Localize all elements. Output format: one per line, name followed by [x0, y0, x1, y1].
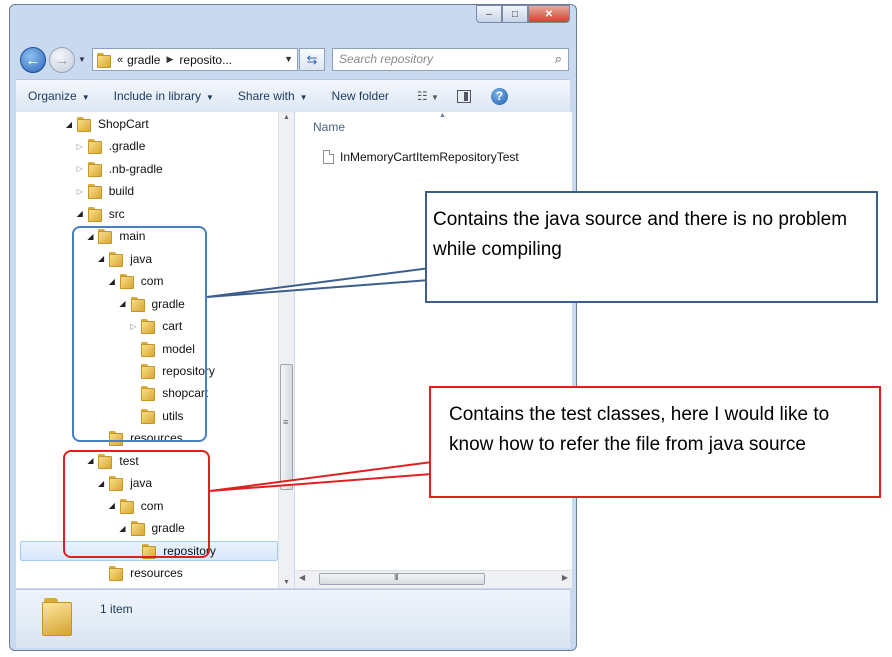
scroll-right-icon[interactable]: ▶ — [562, 573, 568, 582]
breadcrumb-gradle[interactable]: gradle — [127, 53, 160, 67]
refresh-button[interactable]: ⇆ — [299, 48, 325, 71]
file-list-pane: ▲ Name InMemoryCartItemRepositoryTest ◀ … — [295, 112, 572, 588]
tree-item-nb-gradle[interactable]: ▷ .nb-gradle — [16, 159, 278, 179]
expand-arrow-icon[interactable]: ▷ — [75, 164, 85, 173]
collapse-arrow-icon[interactable]: ◢ — [64, 120, 74, 129]
folder-icon — [77, 116, 91, 132]
sort-ascending-icon: ▲ — [439, 112, 446, 119]
large-folder-icon — [42, 598, 72, 636]
scroll-down-icon[interactable]: ▼ — [283, 579, 290, 586]
breadcrumb-separator-icon[interactable]: ▶ — [166, 54, 173, 65]
address-overflow-chevron[interactable]: « — [117, 54, 123, 66]
tree-item-resources[interactable]: resources — [16, 563, 278, 583]
tree-item-label: .nb-gradle — [108, 161, 163, 176]
back-arrow-icon: ← — [25, 51, 41, 69]
help-icon: ? — [495, 89, 504, 103]
share-with-menu[interactable]: Share with ▼ — [226, 89, 320, 103]
name-column-header[interactable]: Name — [313, 120, 345, 134]
expand-arrow-icon[interactable]: ▷ — [75, 187, 85, 196]
tree-item-label: ShopCart — [98, 117, 149, 131]
tree-item-label: src — [108, 206, 125, 221]
search-placeholder: Search repository — [339, 52, 434, 66]
test-folder-highlight — [63, 450, 210, 558]
chevron-down-icon: ▼ — [299, 93, 308, 102]
folder-icon — [109, 565, 124, 581]
include-in-library-menu[interactable]: Include in library ▼ — [102, 89, 226, 103]
folder-icon — [97, 52, 111, 68]
forward-arrow-icon: → — [54, 51, 70, 69]
refresh-icon: ⇆ — [306, 51, 318, 67]
red-callout: Contains the test classes, here I would … — [429, 386, 881, 498]
scrollbar-thumb[interactable] — [280, 364, 293, 490]
folder-icon — [87, 138, 102, 155]
search-input[interactable]: Search repository ⌕ — [332, 48, 569, 71]
folder-icon — [87, 206, 102, 222]
window-controls: – □ ✕ — [476, 5, 570, 23]
red-callout-text: Contains the test classes, here I would … — [449, 404, 830, 455]
forward-button[interactable]: → — [49, 47, 75, 73]
tree-item-src[interactable]: ◢ src — [16, 204, 278, 224]
address-dropdown-icon[interactable]: ▼ — [284, 54, 293, 64]
command-bar: Organize ▼ Include in library ▼ Share with… — [16, 79, 570, 113]
breadcrumb-repository[interactable]: reposito... — [179, 53, 232, 67]
file-name: InMemoryCartItemRepositoryTest — [340, 150, 519, 164]
blue-callout-text: Contains the java source and there is no… — [433, 209, 848, 260]
close-icon: ✕ — [544, 8, 554, 20]
horizontal-scrollbar-thumb[interactable] — [319, 573, 485, 585]
include-in-library-label: Include in library — [113, 89, 201, 103]
organize-menu[interactable]: Organize ▼ — [16, 89, 102, 103]
chevron-down-icon: ▼ — [431, 93, 439, 102]
tree-item-label: .gradle — [108, 139, 146, 154]
minimize-icon: – — [486, 8, 492, 20]
chevron-down-icon: ▼ — [206, 93, 214, 102]
collapse-arrow-icon[interactable]: ◢ — [75, 209, 85, 218]
change-view-button[interactable]: ☷ ▼ — [417, 89, 439, 103]
scroll-left-icon[interactable]: ◀ — [299, 573, 305, 582]
recent-pages-dropdown[interactable]: ▼ — [78, 55, 86, 64]
maximize-button[interactable]: □ — [502, 5, 528, 23]
nav-pane-vertical-scrollbar[interactable]: ▲ ▼ — [278, 112, 294, 588]
tree-item-shopcart[interactable]: ◢ ShopCart — [16, 114, 278, 134]
maximize-icon: □ — [511, 8, 519, 20]
folder-icon — [87, 183, 102, 200]
new-folder-button[interactable]: New folder — [320, 89, 401, 103]
chevron-down-icon: ▼ — [81, 93, 90, 102]
view-options-icon: ☷ — [416, 89, 428, 103]
tree-item-label: resources — [130, 566, 183, 580]
blue-callout: Contains the java source and there is no… — [425, 191, 878, 303]
file-icon — [323, 150, 334, 164]
file-list-horizontal-scrollbar[interactable]: ◀ ▶ — [295, 570, 572, 588]
close-button[interactable]: ✕ — [528, 5, 570, 23]
details-pane: 1 item — [16, 589, 570, 648]
new-folder-label: New folder — [331, 89, 389, 103]
item-count: 1 item — [100, 602, 133, 616]
file-item[interactable]: InMemoryCartItemRepositoryTest — [323, 150, 519, 164]
tree-item-label: build — [108, 184, 135, 199]
search-icon[interactable]: ⌕ — [555, 51, 562, 67]
main-folder-highlight — [72, 226, 207, 442]
help-button[interactable]: ? — [490, 87, 508, 105]
back-button[interactable]: ← — [20, 47, 46, 73]
tree-item-build[interactable]: ▷ build — [16, 181, 278, 201]
folder-icon — [87, 161, 102, 177]
tree-item-gradle[interactable]: ▷ .gradle — [16, 136, 278, 156]
address-row: ← → ▼ « gradle ▶ reposito... ▼ ⇆ Search … — [16, 45, 570, 75]
share-with-label: Share with — [237, 89, 295, 103]
expand-arrow-icon[interactable]: ▷ — [75, 142, 85, 151]
minimize-button[interactable]: – — [476, 5, 502, 23]
preview-pane-button[interactable] — [456, 89, 471, 103]
address-bar[interactable]: « gradle ▶ reposito... ▼ — [92, 48, 298, 71]
organize-label: Organize — [28, 89, 77, 103]
scroll-up-icon[interactable]: ▲ — [283, 114, 290, 121]
